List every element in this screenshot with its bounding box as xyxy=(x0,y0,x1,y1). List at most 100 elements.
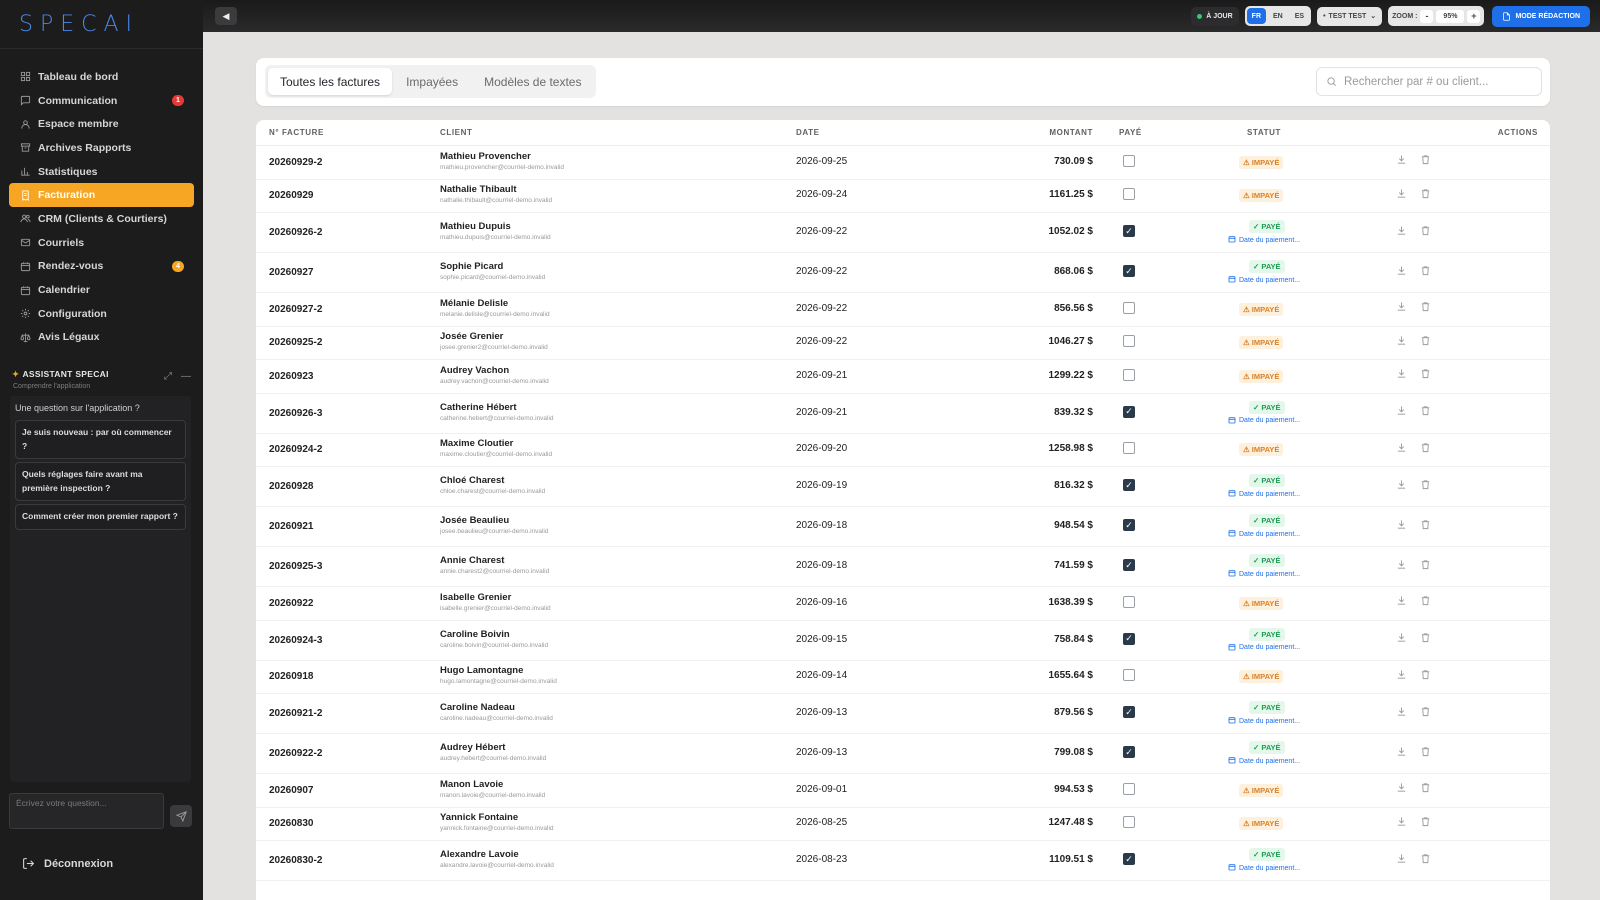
download-icon[interactable] xyxy=(1394,814,1408,828)
sidebar-item[interactable]: Archives Rapports xyxy=(9,136,194,160)
trash-icon[interactable] xyxy=(1418,781,1432,795)
table-row[interactable]: 20260925-3 Annie Charest annie.charest2@co… xyxy=(256,547,1550,587)
invoice-number[interactable]: 20260925-2 xyxy=(269,337,322,348)
trash-icon[interactable] xyxy=(1418,744,1432,758)
sidebar-item[interactable]: Facturation xyxy=(9,183,194,208)
sidebar-item[interactable]: Configuration xyxy=(9,302,194,326)
table-row[interactable]: 20260922 Isabelle Grenier isabelle.grenier… xyxy=(256,587,1550,621)
download-icon[interactable] xyxy=(1394,367,1408,381)
table-row[interactable]: 20260830-2 Alexandre Lavoie alexandre.lavo… xyxy=(256,841,1550,881)
download-icon[interactable] xyxy=(1394,557,1408,571)
table-row[interactable]: 20260921 Josée Beaulieu josee.beaulieu@cou… xyxy=(256,507,1550,547)
invoice-number[interactable]: 20260927 xyxy=(269,267,314,278)
header-client[interactable]: CLIENT xyxy=(440,128,473,137)
suggestion-button[interactable]: Quels réglages faire avant ma première i… xyxy=(15,462,186,501)
send-button[interactable] xyxy=(170,805,192,827)
paid-checkbox[interactable] xyxy=(1123,816,1135,829)
trash-icon[interactable] xyxy=(1418,667,1432,681)
download-icon[interactable] xyxy=(1394,477,1408,491)
trash-icon[interactable] xyxy=(1418,186,1432,200)
sidebar-item[interactable]: Espace membre xyxy=(9,112,194,136)
download-icon[interactable] xyxy=(1394,263,1408,277)
sidebar-item[interactable]: CRM (Clients & Courtiers) xyxy=(9,207,194,231)
collapse-sidebar-button[interactable]: ◀ xyxy=(215,7,237,25)
paid-checkbox[interactable] xyxy=(1123,188,1135,201)
language-option[interactable]: EN xyxy=(1268,8,1288,24)
invoice-number[interactable]: 20260922-2 xyxy=(269,748,322,759)
invoice-number[interactable]: 20260924-2 xyxy=(269,444,322,455)
language-option[interactable]: ES xyxy=(1290,8,1309,24)
trash-icon[interactable] xyxy=(1418,594,1432,608)
trash-icon[interactable] xyxy=(1418,223,1432,237)
paid-checkbox[interactable] xyxy=(1123,669,1135,682)
trash-icon[interactable] xyxy=(1418,517,1432,531)
table-row[interactable]: 20260929-2 Mathieu Provencher mathieu.prov… xyxy=(256,146,1550,180)
table-row[interactable]: 20260929 Nathalie Thibault nathalie.thibau… xyxy=(256,180,1550,213)
invoice-number[interactable]: 20260928 xyxy=(269,481,314,492)
table-row[interactable]: 20260926-2 Mathieu Dupuis mathieu.dupuis@c… xyxy=(256,213,1550,253)
trash-icon[interactable] xyxy=(1418,851,1432,865)
download-icon[interactable] xyxy=(1394,186,1408,200)
download-icon[interactable] xyxy=(1394,517,1408,531)
language-option[interactable]: FR xyxy=(1246,8,1267,24)
table-row[interactable]: 20260907 Manon Lavoie manon.lavoie@courrie… xyxy=(256,774,1550,808)
table-row[interactable]: 20260921-2 Caroline Nadeau caroline.nadeau… xyxy=(256,694,1550,734)
payment-date-link[interactable]: Date du paiement... xyxy=(1228,756,1300,766)
paid-checkbox[interactable]: ✓ xyxy=(1123,225,1135,237)
table-row[interactable]: 20260925-2 Josée Grenier josee.grenier2@co… xyxy=(256,327,1550,360)
suggestion-button[interactable]: Comment créer mon premier rapport ? xyxy=(15,504,186,530)
expand-icon[interactable]: ⤢ xyxy=(164,371,172,382)
logout-button[interactable]: Déconnexion xyxy=(22,857,113,870)
trash-icon[interactable] xyxy=(1418,704,1432,718)
paid-checkbox[interactable] xyxy=(1123,595,1135,608)
assistant-question-input[interactable] xyxy=(9,793,164,829)
invoice-number[interactable]: 20260929-2 xyxy=(269,157,322,168)
invoice-number[interactable]: 20260922 xyxy=(269,598,314,609)
payment-date-link[interactable]: Date du paiement... xyxy=(1228,416,1300,426)
table-row[interactable]: 20260918 Hugo Lamontagne hugo.lamontagne@c… xyxy=(256,661,1550,694)
table-row[interactable]: 20260923 Audrey Vachon audrey.vachon@courr… xyxy=(256,360,1550,394)
invoice-number[interactable]: 20260925-3 xyxy=(269,561,322,572)
trash-icon[interactable] xyxy=(1418,631,1432,645)
download-icon[interactable] xyxy=(1394,153,1408,167)
paid-checkbox[interactable] xyxy=(1123,368,1135,381)
invoice-number[interactable]: 20260830-2 xyxy=(269,855,322,866)
paid-checkbox[interactable]: ✓ xyxy=(1123,706,1135,718)
tab[interactable]: Impayées xyxy=(394,68,470,95)
app-logo[interactable]: SPECAI xyxy=(0,0,203,49)
invoice-number[interactable]: 20260927-2 xyxy=(269,304,322,315)
paid-checkbox[interactable]: ✓ xyxy=(1123,519,1135,531)
invoice-number[interactable]: 20260918 xyxy=(269,671,314,682)
paid-checkbox[interactable]: ✓ xyxy=(1123,559,1135,571)
invoice-number[interactable]: 20260921-2 xyxy=(269,708,322,719)
sidebar-item[interactable]: Calendrier xyxy=(9,278,194,302)
minimize-icon[interactable]: — xyxy=(181,371,191,382)
download-icon[interactable] xyxy=(1394,781,1408,795)
header-invoice[interactable]: N° FACTURE xyxy=(269,128,324,137)
trash-icon[interactable] xyxy=(1418,557,1432,571)
paid-checkbox[interactable]: ✓ xyxy=(1123,479,1135,491)
invoice-number[interactable]: 20260929 xyxy=(269,190,314,201)
payment-date-link[interactable]: Date du paiement... xyxy=(1228,569,1300,579)
table-row[interactable]: 20260924-2 Maxime Cloutier maxime.cloutier… xyxy=(256,434,1550,467)
download-icon[interactable] xyxy=(1394,667,1408,681)
trash-icon[interactable] xyxy=(1418,404,1432,418)
paid-checkbox[interactable]: ✓ xyxy=(1123,746,1135,758)
download-icon[interactable] xyxy=(1394,744,1408,758)
payment-date-link[interactable]: Date du paiement... xyxy=(1228,275,1300,285)
table-row[interactable]: 20260922-2 Audrey Hébert audrey.hebert@cou… xyxy=(256,734,1550,774)
sidebar-item[interactable]: Statistiques xyxy=(9,160,194,184)
sidebar-item[interactable]: Courriels xyxy=(9,231,194,255)
trash-icon[interactable] xyxy=(1418,300,1432,314)
invoice-number[interactable]: 20260921 xyxy=(269,521,314,532)
zoom-out-button[interactable]: - xyxy=(1420,9,1434,23)
trash-icon[interactable] xyxy=(1418,440,1432,454)
paid-checkbox[interactable] xyxy=(1123,301,1135,314)
paid-checkbox[interactable] xyxy=(1123,154,1135,167)
sidebar-item[interactable]: Tableau de bord xyxy=(9,65,194,89)
download-icon[interactable] xyxy=(1394,440,1408,454)
paid-checkbox[interactable]: ✓ xyxy=(1123,405,1135,418)
invoice-number[interactable]: 20260924-3 xyxy=(269,635,322,646)
sidebar-item[interactable]: Avis Légaux xyxy=(9,326,194,350)
sidebar-item[interactable]: Communication 1 xyxy=(9,89,194,113)
